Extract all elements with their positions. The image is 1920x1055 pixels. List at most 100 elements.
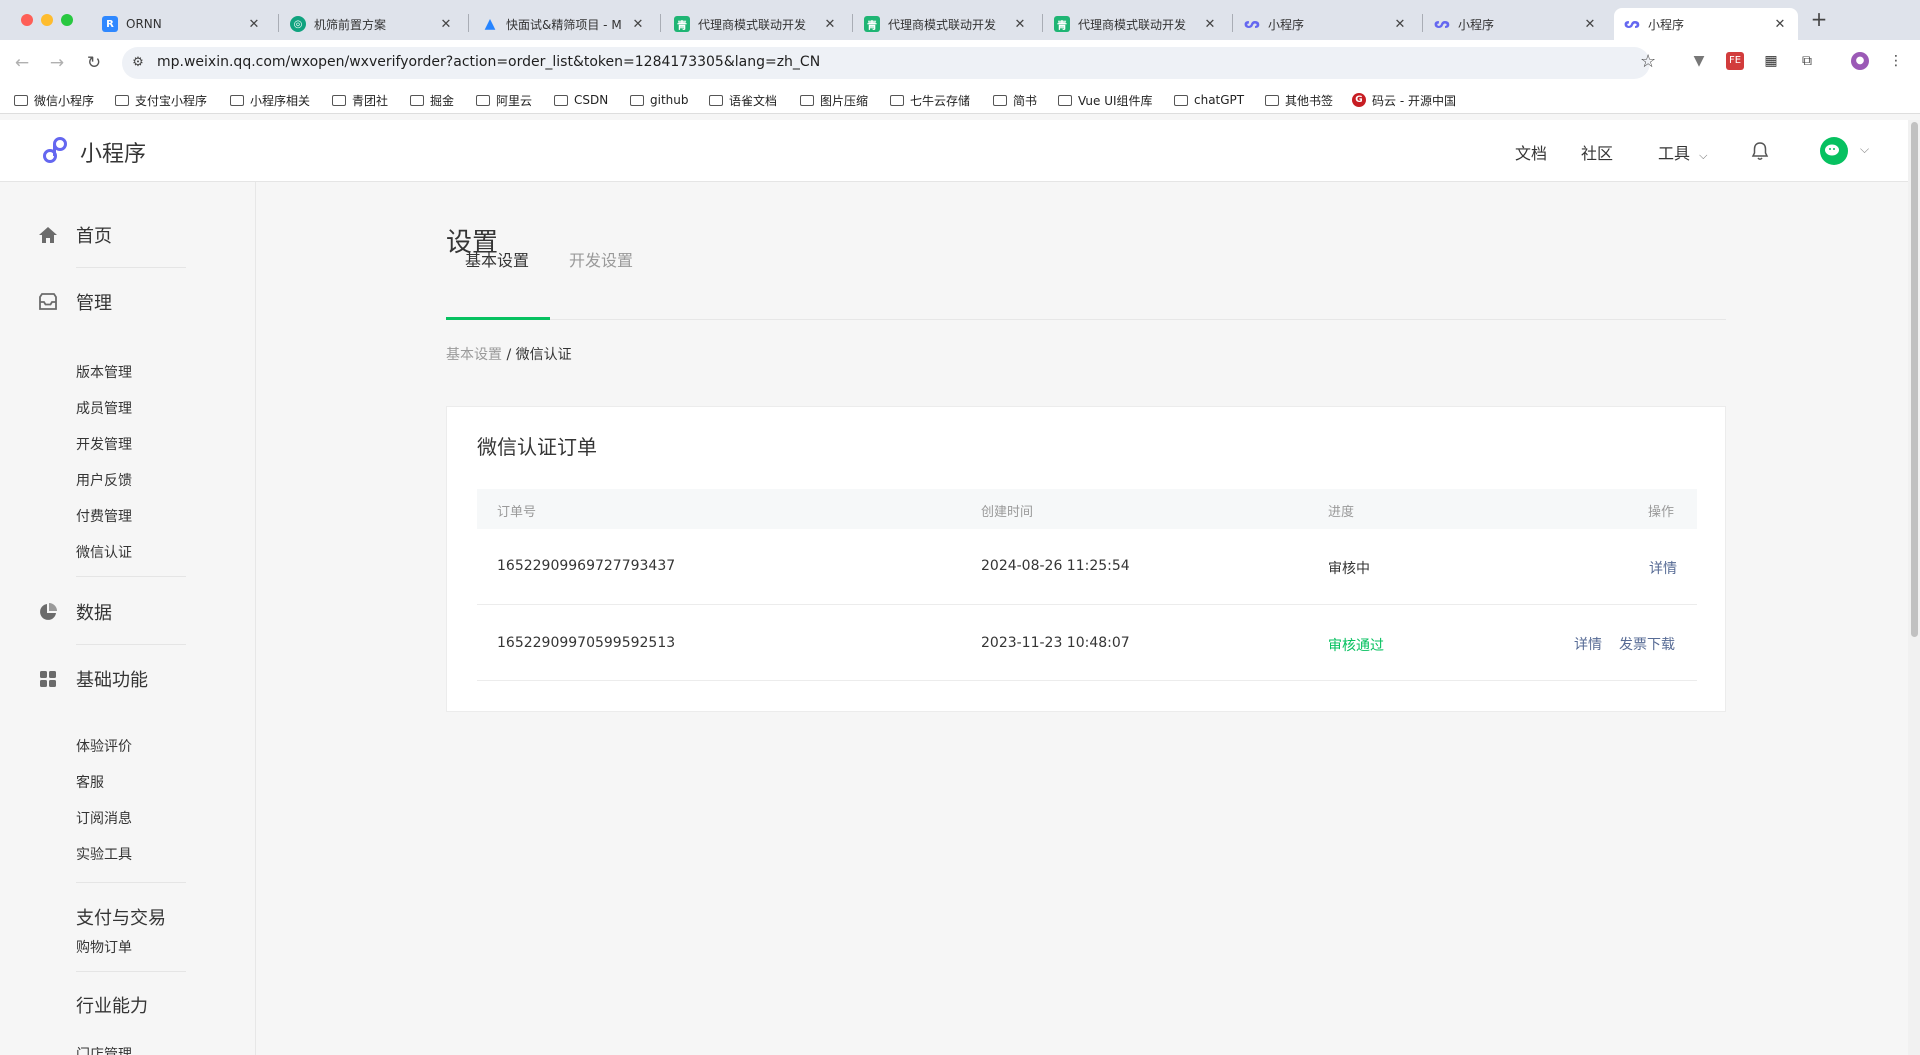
scrollbar-thumb[interactable] <box>1911 122 1918 637</box>
grid-icon <box>40 671 56 687</box>
nav-community[interactable]: 社区 <box>1581 140 1613 164</box>
sidebar-item-stores[interactable]: 门店管理 <box>76 1044 132 1055</box>
sidebar-item-pay-trade[interactable]: 支付与交易 <box>76 884 166 929</box>
bookmark-item[interactable]: 小程序相关 <box>230 91 310 109</box>
breadcrumb-separator: / <box>502 347 516 363</box>
sidebar-item-service[interactable]: 客服 <box>76 772 104 792</box>
sidebar-item-manage[interactable]: 管理 <box>38 289 112 315</box>
bookmark-item[interactable]: 其他书签 <box>1265 91 1333 109</box>
browser-menu-icon[interactable]: ⋮ <box>1887 52 1905 70</box>
bookmark-item[interactable]: 语雀文档 <box>709 91 777 109</box>
sidebar-item-orders[interactable]: 购物订单 <box>76 937 132 957</box>
extension-icon[interactable]: FE <box>1726 52 1744 70</box>
avatar[interactable] <box>1820 137 1848 165</box>
bookmark-item[interactable]: github <box>630 91 688 109</box>
browser-tab[interactable]: 青 代理商模式联动开发 ✕ <box>1044 8 1228 40</box>
logo-text[interactable]: 小程序 <box>80 136 146 168</box>
sidebar-item-payment[interactable]: 付费管理 <box>76 506 132 526</box>
bookmark-star-icon[interactable]: ☆ <box>1640 51 1656 72</box>
close-window-button[interactable] <box>21 14 33 26</box>
atlassian-icon: ▲ <box>484 16 496 32</box>
sidebar-item-verify[interactable]: 微信认证 <box>76 542 132 562</box>
close-tab-icon[interactable]: ✕ <box>438 17 454 32</box>
sidebar-item-label: 数据 <box>76 603 112 624</box>
close-tab-icon[interactable]: ✕ <box>1012 17 1028 32</box>
bookmark-item[interactable]: 青团社 <box>332 91 388 109</box>
close-tab-icon[interactable]: ✕ <box>630 17 646 32</box>
browser-tab[interactable]: ◎ 机筛前置方案 ✕ <box>280 8 464 40</box>
bookmark-item[interactable]: CSDN <box>554 91 608 109</box>
breadcrumb-parent[interactable]: 基本设置 <box>446 347 502 363</box>
address-url[interactable]: mp.weixin.qq.com/wxopen/wxverifyorder?ac… <box>157 54 820 70</box>
tab-dev-settings[interactable]: 开发设置 <box>569 247 633 271</box>
bookmark-item[interactable]: 阿里云 <box>476 91 532 109</box>
sidebar-item-members[interactable]: 成员管理 <box>76 398 132 418</box>
detail-link[interactable]: 详情 <box>1574 634 1602 654</box>
bookmark-item[interactable]: 简书 <box>993 91 1037 109</box>
reload-icon[interactable]: ↻ <box>82 51 106 75</box>
bell-icon[interactable] <box>1750 140 1770 162</box>
sidebar-item-feedback[interactable]: 用户反馈 <box>76 470 132 490</box>
miniprogram-logo-icon[interactable] <box>40 135 70 165</box>
folder-icon <box>332 94 346 106</box>
extensions-puzzle-icon[interactable]: ⧉ <box>1798 52 1816 70</box>
close-tab-icon[interactable]: ✕ <box>822 17 838 32</box>
browser-tab[interactable]: ᔕ 小程序 ✕ <box>1424 8 1608 40</box>
back-arrow-icon[interactable]: ← <box>10 51 34 75</box>
column-header-time: 创建时间 <box>981 505 1034 520</box>
sidebar-item-lab[interactable]: 实验工具 <box>76 844 132 864</box>
bookmark-item[interactable]: 七牛云存储 <box>890 91 970 109</box>
sidebar-item-dev[interactable]: 开发管理 <box>76 434 132 454</box>
sidebar-item-label: 基础功能 <box>76 670 148 691</box>
folder-icon <box>410 94 424 106</box>
invoice-download-link[interactable]: 发票下载 <box>1619 634 1675 654</box>
forward-arrow-icon[interactable]: → <box>45 51 69 75</box>
nav-tools[interactable]: 工具 ⌵ <box>1658 140 1707 164</box>
browser-tab[interactable]: R ORNN ✕ <box>92 8 272 40</box>
vue-devtools-icon[interactable]: ▼ <box>1690 52 1708 70</box>
browser-tab[interactable]: 青 代理商模式联动开发 ✕ <box>664 8 848 40</box>
bookmark-item[interactable]: 微信小程序 <box>14 91 94 109</box>
sidebar-item-home[interactable]: 首页 <box>38 222 112 248</box>
close-tab-icon[interactable]: ✕ <box>1392 17 1408 32</box>
bookmark-item[interactable]: 支付宝小程序 <box>115 91 207 109</box>
sheet-icon: 青 <box>1054 16 1070 32</box>
browser-tab[interactable]: 青 代理商模式联动开发 ✕ <box>854 8 1038 40</box>
bookmark-item[interactable]: chatGPT <box>1174 91 1244 109</box>
close-tab-icon[interactable]: ✕ <box>246 17 262 32</box>
close-tab-icon[interactable]: ✕ <box>1582 17 1598 32</box>
sidebar-item-industry[interactable]: 行业能力 <box>76 992 148 1018</box>
detail-link[interactable]: 详情 <box>1649 558 1677 578</box>
sidebar-item-data[interactable]: 数据 <box>38 599 112 625</box>
chevron-down-icon[interactable]: ⌵ <box>1860 142 1869 157</box>
maximize-window-button[interactable] <box>61 14 73 26</box>
new-tab-icon[interactable]: + <box>1809 9 1829 31</box>
close-tab-icon[interactable]: ✕ <box>1202 17 1218 32</box>
bookmark-item[interactable]: G 码云 - 开源中国 <box>1352 91 1456 109</box>
profile-avatar-icon[interactable]: ● <box>1851 52 1869 70</box>
order-number: 16522909970599592513 <box>497 635 676 651</box>
divider <box>76 576 186 577</box>
tab-title: 小程序 <box>1268 17 1305 32</box>
folder-icon <box>890 94 904 106</box>
nav-docs[interactable]: 文档 <box>1515 140 1547 164</box>
tab-basic-settings[interactable]: 基本设置 <box>465 247 529 271</box>
browser-tab-active[interactable]: ᔕ 小程序 ✕ <box>1614 8 1798 40</box>
status-text: 审核中 <box>1328 561 1370 577</box>
sidebar-item-version[interactable]: 版本管理 <box>76 362 132 382</box>
sidebar-item-basic[interactable]: 基础功能 <box>38 666 148 692</box>
browser-tab[interactable]: ᔕ 小程序 ✕ <box>1234 8 1418 40</box>
sidebar-item-subscribe[interactable]: 订阅消息 <box>76 808 132 828</box>
pie-chart-icon <box>40 603 57 620</box>
sidebar-item-rating[interactable]: 体验评价 <box>76 736 132 756</box>
bookmark-label: chatGPT <box>1194 93 1245 107</box>
bookmark-item[interactable]: Vue UI组件库 <box>1058 91 1153 109</box>
close-tab-icon[interactable]: ✕ <box>1772 17 1788 32</box>
bookmark-item[interactable]: 掘金 <box>410 91 454 109</box>
bookmark-label: CSDN <box>574 93 609 107</box>
browser-tab[interactable]: ▲ 快面试&精筛项目 - M ✕ <box>472 8 656 40</box>
site-info-icon[interactable]: ⚙ <box>130 55 146 71</box>
bookmark-item[interactable]: 图片压缩 <box>800 91 868 109</box>
minimize-window-button[interactable] <box>41 14 53 26</box>
qr-code-icon[interactable]: ▦ <box>1762 52 1780 70</box>
